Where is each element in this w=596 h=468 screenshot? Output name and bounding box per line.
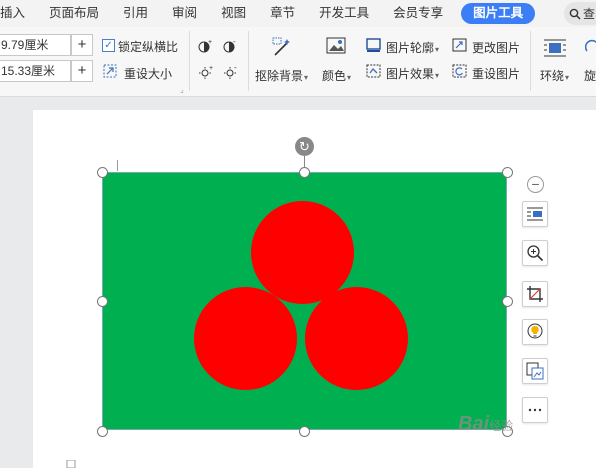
- height-input[interactable]: 15.33厘米: [0, 60, 71, 82]
- ribbon-toolbar: 9.79厘米 + 15.33厘米 + ✓ 锁定纵横比 重设大小 ⌟ + - + …: [0, 27, 596, 97]
- search-text: 查: [583, 7, 596, 21]
- increase-contrast-icon[interactable]: +: [198, 39, 214, 53]
- rotate-button[interactable]: 旋: [584, 67, 596, 84]
- resize-handle-bottom[interactable]: [299, 426, 310, 437]
- more-options-button[interactable]: [522, 397, 548, 423]
- search-icon: [569, 8, 581, 20]
- crop-icon: [527, 286, 543, 302]
- increase-brightness-icon[interactable]: +: [198, 65, 214, 79]
- menu-view[interactable]: 视图: [209, 0, 258, 27]
- resize-handle-left[interactable]: [97, 296, 108, 307]
- crop-button[interactable]: [522, 281, 548, 307]
- picture-outline-icon: [366, 38, 381, 52]
- ribbon-separator: [248, 31, 249, 91]
- watermark-brand: Bai: [458, 413, 490, 435]
- ribbon-separator: [530, 31, 531, 91]
- search-box[interactable]: 查: [564, 2, 596, 25]
- picture-to-text-icon: [526, 362, 544, 380]
- document-icon: [66, 460, 76, 468]
- width-input[interactable]: 9.79厘米: [0, 34, 71, 56]
- svg-text:+: +: [208, 39, 212, 46]
- lock-ratio-label: 锁定纵横比: [118, 40, 179, 54]
- decrease-brightness-icon[interactable]: -: [223, 65, 239, 79]
- selected-picture[interactable]: [102, 172, 507, 430]
- menu-chapter[interactable]: 章节: [258, 0, 307, 27]
- remove-background-label: 抠除背景: [255, 69, 304, 83]
- picture-effects-icon: [366, 64, 381, 78]
- width-increase-button[interactable]: +: [71, 34, 93, 56]
- rotate-icon: [585, 39, 596, 52]
- height-increase-button[interactable]: +: [71, 60, 93, 82]
- svg-text:-: -: [233, 39, 236, 46]
- more-icon: [528, 408, 542, 412]
- color-button[interactable]: 颜色▾: [322, 67, 351, 84]
- reset-picture-button[interactable]: 重设图片: [472, 65, 520, 82]
- resize-handle-top[interactable]: [299, 167, 310, 178]
- svg-text:-: -: [234, 65, 237, 72]
- reset-size-button[interactable]: 重设大小: [124, 65, 172, 82]
- menu-member[interactable]: 会员专享: [381, 0, 455, 27]
- text-wrap-icon: [544, 39, 566, 57]
- resize-handle-top-right[interactable]: [502, 167, 513, 178]
- lock-ratio-checkbox[interactable]: ✓: [102, 39, 115, 52]
- convert-picture-button[interactable]: [522, 358, 548, 384]
- svg-text:+: +: [209, 65, 213, 72]
- ribbon-separator: [189, 31, 190, 91]
- change-picture-button[interactable]: 更改图片: [472, 39, 520, 56]
- picture-outline-button[interactable]: 图片轮廓▾: [386, 39, 439, 56]
- layout-options-button[interactable]: [522, 201, 548, 227]
- tab-picture-tools[interactable]: 图片工具: [461, 3, 536, 24]
- menu-review[interactable]: 审阅: [160, 0, 209, 27]
- picture-effects-label: 图片效果: [386, 67, 435, 81]
- smart-suggestion-button[interactable]: [522, 319, 548, 345]
- text-wrap-button[interactable]: 环绕▾: [540, 67, 569, 84]
- collapse-toolbar-button[interactable]: −: [527, 176, 544, 193]
- remove-background-button[interactable]: 抠除背景▾: [255, 67, 308, 84]
- picture-outline-label: 图片轮廓: [386, 41, 435, 55]
- red-circle-right: [305, 287, 408, 390]
- change-picture-icon: [452, 38, 467, 52]
- menu-page-layout[interactable]: 页面布局: [37, 0, 111, 27]
- color-label: 颜色: [322, 69, 347, 83]
- resize-handle-bottom-left[interactable]: [97, 426, 108, 437]
- zoom-picture-button[interactable]: [522, 240, 548, 266]
- picture-color-icon: [326, 37, 346, 54]
- menu-bar: 插入 页面布局 引用 审阅 视图 章节 开发工具 会员专享 图片工具 查: [0, 0, 596, 27]
- size-dialog-launcher[interactable]: ⌟: [180, 85, 184, 94]
- menu-developer[interactable]: 开发工具: [307, 0, 381, 27]
- resize-handle-right[interactable]: [502, 296, 513, 307]
- red-circle-left: [194, 287, 297, 390]
- red-circle-top: [251, 201, 354, 304]
- baidu-watermark: Bai经验: [458, 413, 513, 436]
- reset-size-icon: [103, 64, 117, 78]
- resize-handle-top-left[interactable]: [97, 167, 108, 178]
- lightbulb-icon: [527, 323, 543, 339]
- text-wrap-label: 环绕: [540, 69, 565, 83]
- menu-insert[interactable]: 插入: [0, 0, 37, 27]
- reset-picture-icon: [452, 64, 467, 78]
- rotate-handle[interactable]: ↻: [295, 137, 314, 156]
- picture-effects-button[interactable]: 图片效果▾: [386, 65, 439, 82]
- page-margin-mark: [117, 160, 118, 171]
- watermark-sub: 经验: [489, 419, 514, 433]
- layout-options-icon: [527, 207, 543, 221]
- menu-references[interactable]: 引用: [111, 0, 160, 27]
- decrease-contrast-icon[interactable]: -: [223, 39, 239, 53]
- magic-wand-icon: [272, 37, 290, 56]
- zoom-in-icon: [527, 245, 544, 262]
